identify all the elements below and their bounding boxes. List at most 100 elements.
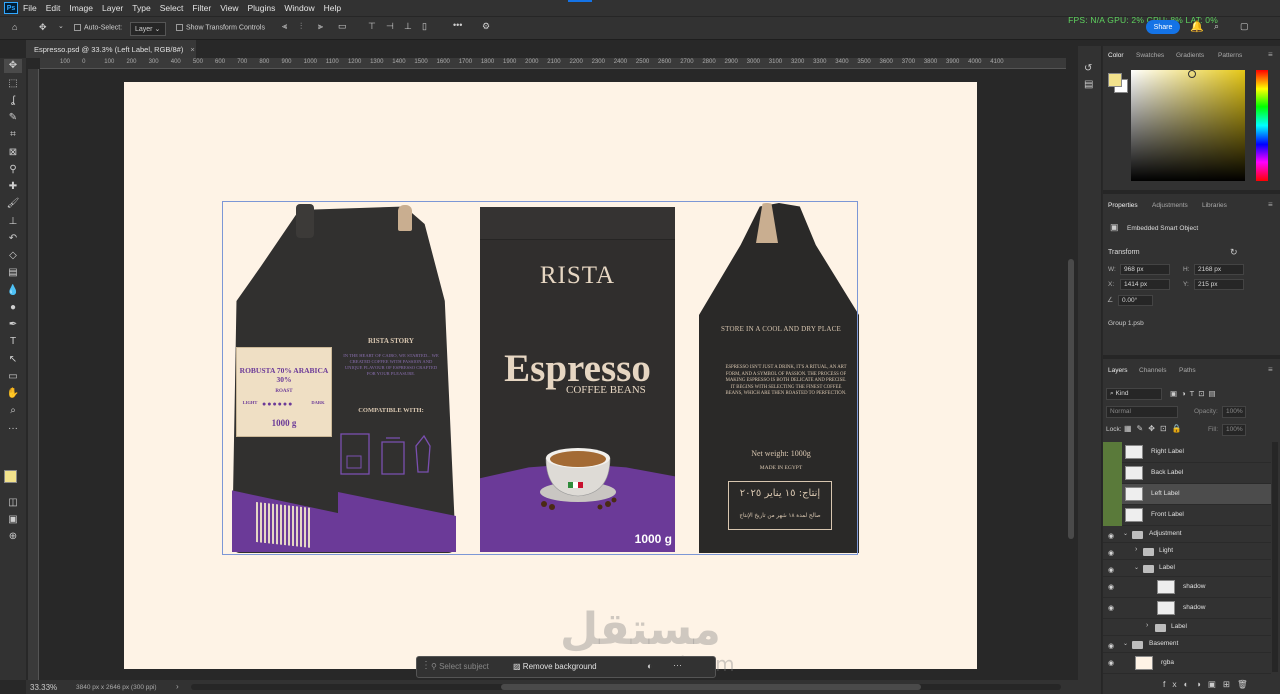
mask-icon[interactable]: ◐ [647, 661, 652, 671]
auto-select-dropdown[interactable]: Layer ⌄ [130, 22, 166, 36]
more-options-icon[interactable]: ••• [453, 20, 462, 30]
share-icon[interactable]: ⊕ [4, 530, 22, 544]
menu-type[interactable]: Type [132, 3, 150, 13]
align-center-icon[interactable]: ⫶ [300, 21, 302, 32]
dodge-tool-icon[interactable]: ● [4, 301, 22, 315]
align-bottom-icon[interactable]: ⊥ [404, 21, 412, 32]
layer-filter-icons[interactable]: ▣◑T⊡▤ [1170, 389, 1220, 398]
transform-bounding-box[interactable] [222, 201, 858, 555]
chevron-down-icon[interactable]: ⌄ [1123, 530, 1128, 537]
blur-tool-icon[interactable]: 💧 [4, 284, 22, 298]
healing-brush-icon[interactable]: ✚ [4, 180, 22, 194]
eye-icon[interactable]: ◉ [1108, 566, 1117, 575]
menu-help[interactable]: Help [324, 3, 341, 13]
panel-menu-icon[interactable]: ≡ [1268, 200, 1273, 209]
menu-image[interactable]: Image [69, 3, 93, 13]
quick-select-tool-icon[interactable]: ✎ [4, 111, 22, 125]
reset-icon[interactable]: ↻ [1230, 247, 1238, 258]
menu-layer[interactable]: Layer [102, 3, 123, 13]
menu-select[interactable]: Select [160, 3, 184, 13]
chevron-right-icon[interactable]: › [1135, 546, 1137, 553]
chevron-down-icon[interactable]: ⌄ [1123, 640, 1128, 647]
eye-icon[interactable]: ◉ [1108, 659, 1117, 668]
color-picker-handle[interactable] [1188, 70, 1196, 78]
lasso-tool-icon[interactable]: ʆ [4, 94, 22, 108]
eye-icon[interactable]: ◉ [1108, 549, 1117, 558]
tab-patterns[interactable]: Patterns [1218, 52, 1242, 59]
lock-icons[interactable]: ▦✎✥⊡🔒 [1124, 424, 1187, 433]
tab-gradients[interactable]: Gradients [1176, 52, 1204, 59]
align-middle-icon[interactable]: ⊣ [386, 21, 394, 32]
quick-mask-icon[interactable]: ◫ [4, 496, 22, 510]
scrollbar-thumb[interactable] [501, 684, 921, 690]
menu-window[interactable]: Window [284, 3, 314, 13]
opacity-field[interactable]: 100% [1222, 406, 1246, 418]
more-icon[interactable]: ··· [673, 660, 682, 670]
align-top-icon[interactable]: ⊤ [368, 21, 376, 32]
move-tool-icon[interactable]: ✥ [4, 59, 22, 73]
tab-adjustments[interactable]: Adjustments [1152, 202, 1188, 209]
y-field[interactable]: 215 px [1194, 279, 1244, 290]
layer-group-label[interactable]: ◉ ⌄ Label [1103, 560, 1271, 577]
layer-rgba[interactable]: ◉ rgba [1103, 653, 1271, 674]
color-field[interactable] [1131, 70, 1245, 181]
marquee-tool-icon[interactable]: ⬚ [4, 77, 22, 91]
layer-visibility-toggle[interactable] [1103, 463, 1122, 484]
layer-filter-dropdown[interactable]: ⌕ Kind [1106, 388, 1162, 400]
foreground-color-chip[interactable] [1108, 73, 1122, 87]
drag-handle-icon[interactable]: ⋮ [421, 660, 431, 671]
menu-filter[interactable]: Filter [192, 3, 211, 13]
horizontal-scrollbar[interactable] [191, 684, 1061, 690]
vertical-scrollbar[interactable] [1066, 69, 1076, 680]
layer-group-adjustment[interactable]: ◉ ⌄ Adjustment [1103, 526, 1271, 543]
layer-visibility-toggle[interactable] [1103, 484, 1122, 505]
eye-icon[interactable]: ◉ [1108, 532, 1117, 541]
chevron-right-icon[interactable]: › [176, 682, 179, 691]
crop-tool-icon[interactable]: ⌗ [4, 128, 22, 142]
gradient-tool-icon[interactable]: ▤ [4, 266, 22, 280]
eye-icon[interactable]: ◉ [1108, 642, 1117, 651]
chevron-down-icon[interactable]: ⌄ [1134, 564, 1139, 571]
zoom-level[interactable]: 33.33% [30, 683, 57, 692]
tab-color[interactable]: Color [1108, 52, 1124, 59]
more-tools-icon[interactable]: ··· [4, 422, 22, 436]
show-transform-controls-checkbox[interactable]: Show Transform Controls [176, 24, 265, 31]
frame-tool-icon[interactable]: ⊠ [4, 146, 22, 160]
layer-back-label[interactable]: Back Label [1103, 463, 1271, 484]
hand-tool-icon[interactable]: ✋ [4, 387, 22, 401]
tab-properties[interactable]: Properties [1108, 202, 1138, 209]
fill-field[interactable]: 100% [1222, 424, 1246, 436]
distribute-vertical-icon[interactable]: ▯ [422, 21, 427, 32]
layer-left-label[interactable]: Left Label [1103, 484, 1271, 505]
tab-swatches[interactable]: Swatches [1136, 52, 1164, 59]
eye-icon[interactable]: ◉ [1108, 583, 1117, 592]
hue-slider[interactable] [1256, 70, 1268, 181]
history-brush-icon[interactable]: ↶ [4, 232, 22, 246]
tab-libraries[interactable]: Libraries [1202, 202, 1227, 209]
layer-right-label[interactable]: Right Label [1103, 442, 1271, 463]
brush-tool-icon[interactable]: 🖌 [4, 197, 22, 211]
align-left-icon[interactable]: ⫷ [282, 21, 287, 32]
type-tool-icon[interactable]: T [4, 335, 22, 349]
align-right-icon[interactable]: ⫸ [318, 21, 323, 32]
eraser-tool-icon[interactable]: ◇ [4, 249, 22, 263]
layer-visibility-toggle[interactable] [1103, 442, 1122, 463]
clone-stamp-icon[interactable]: ⊥ [4, 215, 22, 229]
select-subject-button[interactable]: ⚲ Select subject [431, 662, 489, 671]
rectangle-tool-icon[interactable]: ▭ [4, 370, 22, 384]
layer-shadow-2[interactable]: ◉ shadow [1103, 598, 1271, 619]
layer-shadow-1[interactable]: ◉ shadow [1103, 577, 1271, 598]
height-field[interactable]: 2168 px [1194, 264, 1244, 275]
share-button[interactable]: Share [1146, 20, 1180, 34]
distribute-icon[interactable]: ▭ [338, 21, 347, 32]
remove-background-button[interactable]: ▨ Remove background [513, 662, 597, 671]
menu-plugins[interactable]: Plugins [247, 3, 275, 13]
angle-field[interactable]: 0.00° [1118, 295, 1153, 306]
chevron-down-icon[interactable]: ⌄ [58, 22, 64, 30]
path-selection-icon[interactable]: ↖ [4, 353, 22, 367]
width-field[interactable]: 968 px [1120, 264, 1170, 275]
pen-tool-icon[interactable]: ✒ [4, 318, 22, 332]
foreground-color-swatch[interactable] [4, 470, 17, 483]
history-icon[interactable]: ↺ [1084, 63, 1092, 74]
gear-icon[interactable]: ⚙ [482, 21, 490, 32]
